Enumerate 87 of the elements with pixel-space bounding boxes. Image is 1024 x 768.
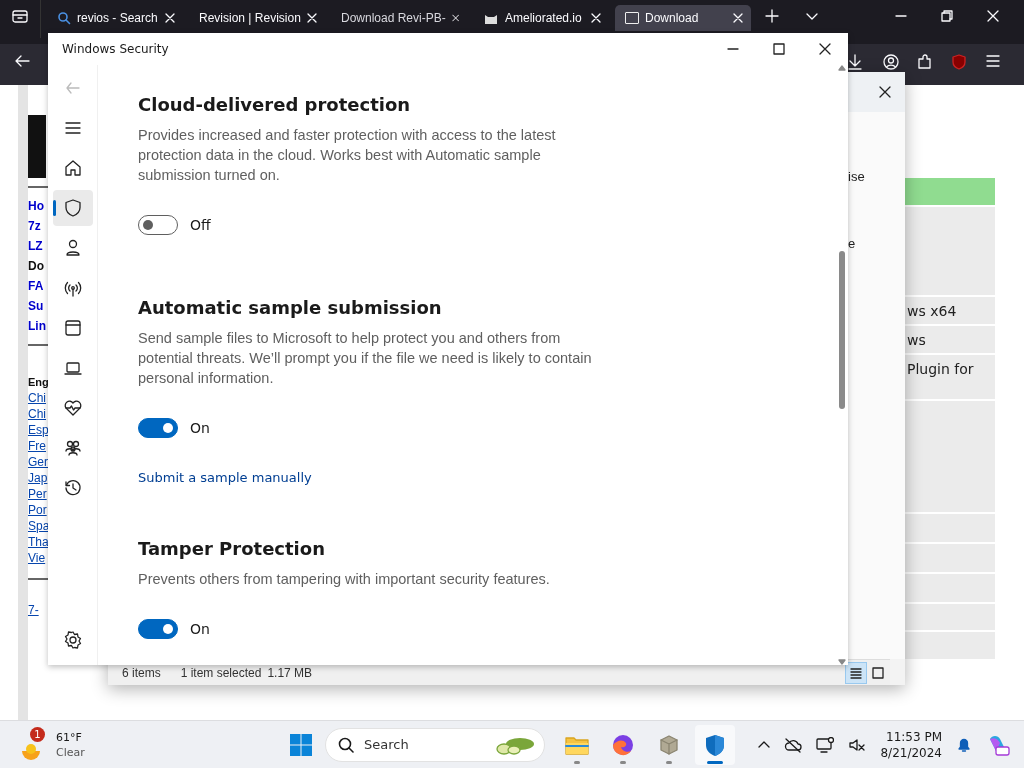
toggle-label: On bbox=[190, 621, 210, 637]
section-description: Send sample files to Microsoft to help protect you and others from potential threats. We’ll prompt you if the file we need is likely to contain personal information. bbox=[138, 329, 593, 388]
language-link[interactable]: Chi bbox=[28, 406, 46, 422]
date-text: 8/21/2024 bbox=[880, 744, 942, 761]
notification-badge: 1 bbox=[30, 726, 45, 742]
language-link[interactable]: Chi bbox=[28, 390, 46, 406]
table-cell: ws x64 bbox=[907, 303, 957, 319]
language-link[interactable]: Esp bbox=[28, 422, 49, 438]
time-text: 11:53 PM bbox=[886, 728, 942, 745]
search-icon bbox=[57, 11, 71, 25]
sample-link[interactable]: Submit a sample manually bbox=[138, 470, 312, 485]
browser-tab[interactable]: Revision | Revision bbox=[189, 5, 325, 31]
nav-link[interactable]: Ho bbox=[28, 196, 44, 216]
language-link[interactable]: Per bbox=[28, 486, 47, 502]
section-title: Tamper Protection bbox=[138, 537, 325, 561]
family-icon bbox=[62, 438, 83, 458]
account-icon[interactable] bbox=[883, 54, 899, 70]
language-link[interactable]: Vie bbox=[28, 550, 46, 566]
nav-text: Do bbox=[28, 258, 44, 275]
language-link[interactable]: Tha bbox=[28, 534, 49, 550]
browser-tab[interactable]: Download Revi-PB- bbox=[331, 5, 467, 31]
pane-text: ise bbox=[848, 169, 866, 184]
weather-condition: Clear bbox=[56, 744, 85, 760]
logo-image bbox=[28, 115, 46, 178]
nav-item[interactable] bbox=[52, 190, 93, 226]
table-cell: Plugin for bbox=[907, 361, 974, 377]
browser-tab[interactable]: Download bbox=[615, 5, 751, 31]
search-icon bbox=[338, 736, 354, 753]
menu-icon[interactable] bbox=[64, 122, 81, 134]
new-tab-icon[interactable] bbox=[765, 8, 779, 23]
tab-list-icon[interactable] bbox=[11, 7, 29, 24]
section-title: Automatic sample submission bbox=[138, 296, 442, 320]
toggle-switch[interactable] bbox=[138, 215, 178, 235]
section-description: Prevents others from tampering with important security features. bbox=[138, 570, 550, 589]
language-link[interactable]: Ger bbox=[28, 454, 48, 470]
toggle-switch[interactable] bbox=[138, 418, 178, 438]
scrollbar-thumb[interactable] bbox=[839, 251, 845, 409]
taskbar-app[interactable] bbox=[695, 724, 735, 765]
square-icon bbox=[872, 666, 884, 679]
search-field[interactable]: Search bbox=[325, 727, 545, 762]
nav-link[interactable]: Lin bbox=[28, 316, 46, 336]
monitor-icon[interactable] bbox=[816, 736, 835, 753]
section-title: Cloud-delivered protection bbox=[138, 93, 411, 117]
list-icon bbox=[850, 666, 862, 679]
cloud-off-icon[interactable] bbox=[784, 736, 803, 753]
browser-tab[interactable]: Ameliorated.io bbox=[473, 5, 609, 31]
language-link[interactable]: Por bbox=[28, 502, 47, 518]
window-icon bbox=[62, 318, 83, 338]
browser-tab[interactable]: revios - Search bbox=[47, 5, 183, 31]
start-icon[interactable] bbox=[289, 732, 313, 757]
home-icon bbox=[62, 158, 83, 178]
table-cell: ws bbox=[907, 332, 926, 348]
language-link[interactable]: Spa bbox=[28, 518, 50, 534]
download-icon[interactable] bbox=[847, 54, 863, 70]
language-link[interactable]: Jap bbox=[28, 470, 48, 486]
close-icon[interactable] bbox=[879, 86, 891, 98]
nav-link[interactable]: Su bbox=[28, 296, 44, 316]
archive-icon bbox=[625, 12, 639, 24]
footer-link[interactable]: 7- bbox=[28, 602, 39, 618]
status-text: 1.17 MB bbox=[267, 665, 313, 680]
settings-icon bbox=[62, 630, 83, 650]
heart-pulse-icon bbox=[62, 398, 83, 418]
maximize-icon[interactable] bbox=[773, 43, 785, 55]
shield-extension-icon[interactable] bbox=[951, 54, 967, 70]
status-text: 1 item selected bbox=[180, 665, 262, 680]
section-description: Provides increased and faster protection with access to the latest protection data in the cloud. Works best with Automatic sample submission turned on. bbox=[138, 126, 557, 185]
details-view-button[interactable] bbox=[846, 662, 866, 683]
toggle-label: Off bbox=[190, 217, 211, 233]
puzzle-icon[interactable] bbox=[917, 54, 933, 70]
history-icon bbox=[62, 478, 83, 498]
section-heading: Eng bbox=[28, 375, 49, 390]
status-text: 6 items bbox=[122, 665, 161, 680]
clock[interactable]: 11:53 PM 8/21/2024 bbox=[880, 728, 942, 761]
bell-icon[interactable] bbox=[956, 736, 972, 753]
language-link[interactable]: Fre bbox=[28, 438, 46, 454]
restore-icon[interactable] bbox=[941, 9, 953, 22]
weather-widget[interactable]: 1 bbox=[18, 726, 48, 763]
toggle-label: On bbox=[190, 420, 210, 436]
shield-icon bbox=[62, 198, 83, 218]
nav-link[interactable]: 7z bbox=[28, 216, 41, 236]
toggle-switch[interactable] bbox=[138, 619, 178, 639]
pane-text: e bbox=[848, 236, 857, 251]
nav-link[interactable]: FA bbox=[28, 276, 44, 296]
temperature-text: 61°F bbox=[56, 729, 83, 745]
window-title: Windows Security bbox=[62, 42, 170, 56]
nav-link[interactable]: LZ bbox=[28, 236, 43, 256]
close-icon[interactable] bbox=[819, 43, 831, 55]
